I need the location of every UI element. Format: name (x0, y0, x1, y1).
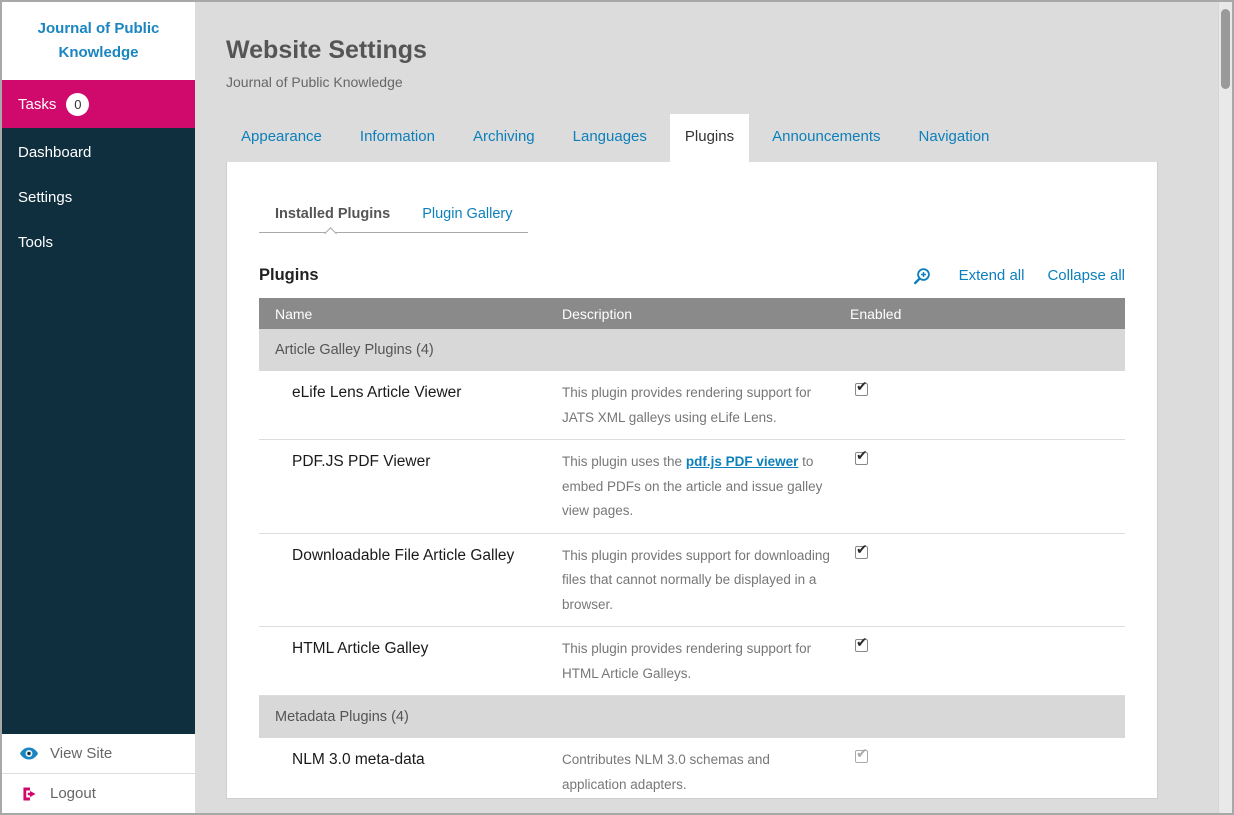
tab-archiving[interactable]: Archiving (458, 114, 550, 162)
tab-announcements[interactable]: Announcements (757, 114, 895, 162)
plugin-enabled-checkbox (855, 750, 868, 763)
tab-appearance[interactable]: Appearance (226, 114, 337, 162)
plugin-enabled-checkbox[interactable] (855, 639, 868, 652)
plugin-name: NLM 3.0 meta-data (259, 748, 562, 797)
page-title: Website Settings (226, 36, 1158, 65)
plugin-name: HTML Article Galley (259, 637, 562, 686)
plugin-description: Contributes NLM 3.0 schemas and applicat… (562, 748, 844, 797)
plugin-row[interactable]: eLife Lens Article ViewerThis plugin pro… (259, 371, 1125, 440)
extend-all-link[interactable]: Extend all (959, 267, 1025, 284)
view-site-label: View Site (50, 745, 112, 762)
tab-navigation[interactable]: Navigation (904, 114, 1005, 162)
collapse-all-link[interactable]: Collapse all (1047, 267, 1125, 284)
plugin-enabled-checkbox[interactable] (855, 383, 868, 396)
plugin-name: Downloadable File Article Galley (259, 544, 562, 618)
plugin-description-link[interactable]: pdf.js PDF viewer (686, 454, 799, 469)
sidebar-item-view-site[interactable]: View Site (2, 734, 195, 773)
column-header-name: Name (259, 306, 562, 322)
subtab-plugin-gallery[interactable]: Plugin Gallery (406, 196, 528, 232)
main-content: Website Settings Journal of Public Knowl… (195, 2, 1216, 813)
plugin-enabled-cell (850, 450, 1125, 524)
sidebar-footer: View Site Logout (2, 734, 195, 813)
tab-languages[interactable]: Languages (558, 114, 662, 162)
column-header-description: Description (562, 306, 850, 322)
plugins-list-actions: Extend all Collapse all (913, 267, 1125, 285)
plugins-table: NameDescriptionEnabledArticle Galley Plu… (259, 298, 1125, 799)
plugins-panel: Installed PluginsPlugin Gallery Plugins … (226, 162, 1158, 799)
plugin-name: PDF.JS PDF Viewer (259, 450, 562, 524)
plugin-category-row[interactable]: Article Galley Plugins (4) (259, 329, 1125, 371)
tasks-label: Tasks (18, 96, 56, 113)
column-header-enabled: Enabled (850, 306, 1125, 322)
eye-icon (20, 747, 38, 760)
scrollbar-track[interactable] (1218, 2, 1232, 813)
sidebar: Journal of Public Knowledge Tasks 0 Dash… (2, 2, 195, 813)
tasks-count-badge: 0 (66, 93, 89, 116)
journal-title-link[interactable]: Journal of Public Knowledge (2, 2, 195, 80)
sidebar-item-logout[interactable]: Logout (2, 773, 195, 813)
page-subtitle: Journal of Public Knowledge (226, 74, 1158, 90)
tab-plugins[interactable]: Plugins (670, 114, 749, 162)
plugin-enabled-cell (850, 637, 1125, 686)
plugins-list-title: Plugins (259, 266, 319, 285)
subtab-installed-plugins[interactable]: Installed Plugins (259, 196, 406, 232)
plugin-description: This plugin provides rendering support f… (562, 637, 844, 686)
search-icon[interactable] (913, 267, 931, 285)
plugins-list-header: Plugins Extend all Collapse all (259, 266, 1125, 285)
plugin-category-row[interactable]: Metadata Plugins (4) (259, 696, 1125, 738)
plugin-enabled-checkbox[interactable] (855, 546, 868, 559)
plugin-enabled-checkbox[interactable] (855, 452, 868, 465)
plugin-enabled-cell (850, 381, 1125, 430)
sidebar-item-dashboard[interactable]: Dashboard (2, 130, 195, 175)
plugin-enabled-cell (850, 544, 1125, 618)
plugin-name: eLife Lens Article Viewer (259, 381, 562, 430)
sidebar-item-tasks[interactable]: Tasks 0 (2, 80, 195, 128)
plugin-row[interactable]: Downloadable File Article GalleyThis plu… (259, 534, 1125, 628)
sidebar-item-settings[interactable]: Settings (2, 175, 195, 220)
plugin-row[interactable]: NLM 3.0 meta-dataContributes NLM 3.0 sch… (259, 738, 1125, 799)
plugin-row[interactable]: PDF.JS PDF ViewerThis plugin uses the pd… (259, 440, 1125, 534)
scrollbar-thumb[interactable] (1221, 9, 1230, 89)
table-header-row: NameDescriptionEnabled (259, 298, 1125, 329)
plugin-description: This plugin uses the pdf.js PDF viewer t… (562, 450, 844, 524)
sidebar-nav: DashboardSettingsTools (2, 128, 195, 734)
settings-tab-bar: AppearanceInformationArchivingLanguagesP… (226, 114, 1158, 162)
logout-icon (20, 787, 38, 801)
plugin-row[interactable]: HTML Article GalleyThis plugin provides … (259, 627, 1125, 696)
tab-information[interactable]: Information (345, 114, 450, 162)
plugin-description: This plugin provides rendering support f… (562, 381, 844, 430)
plugins-subtab-bar: Installed PluginsPlugin Gallery (259, 196, 528, 233)
sidebar-item-tools[interactable]: Tools (2, 220, 195, 265)
plugin-description: This plugin provides support for downloa… (562, 544, 844, 618)
logout-label: Logout (50, 785, 96, 802)
plugin-enabled-cell (850, 748, 1125, 797)
app-window: Journal of Public Knowledge Tasks 0 Dash… (0, 0, 1234, 815)
